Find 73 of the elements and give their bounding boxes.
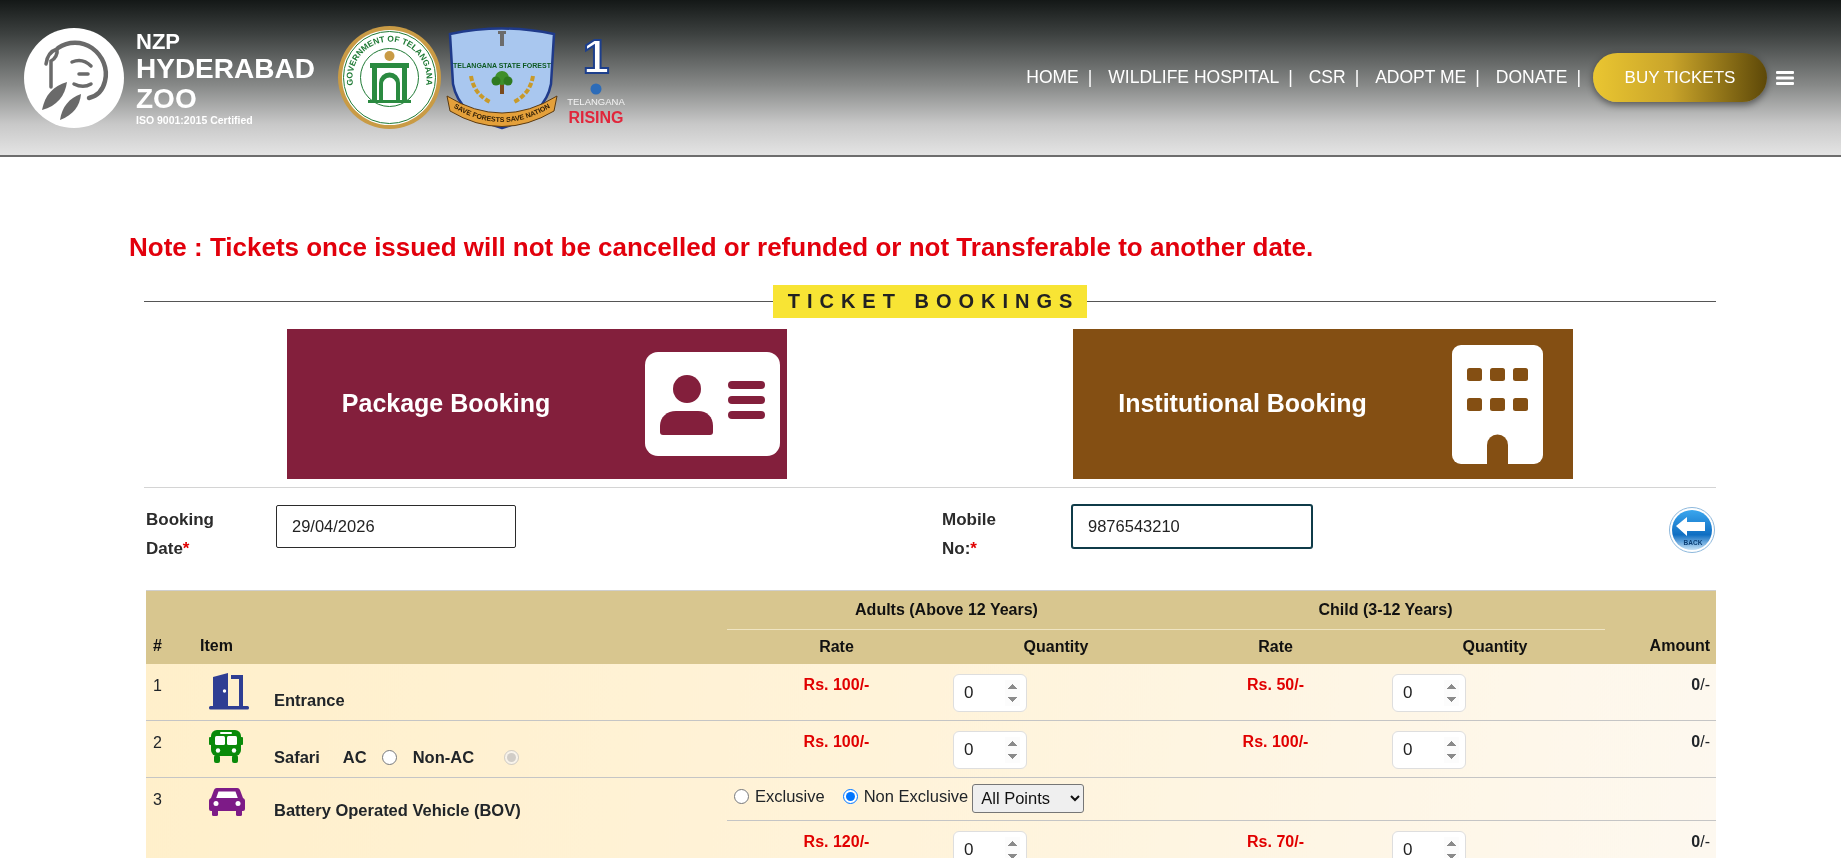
item-name: Entrance (274, 690, 345, 709)
radio-button[interactable] (734, 789, 749, 805)
bus-icon (209, 728, 243, 763)
column-group-header: Child (3-12 Years) (1166, 590, 1606, 630)
quantity-field[interactable]: 0 (953, 830, 1027, 858)
route-select[interactable]: All Points (972, 783, 1085, 813)
nav-separator: | (1288, 66, 1293, 90)
booking-option-label: Institutional Booking (1117, 388, 1368, 420)
menu-icon[interactable] (1776, 70, 1794, 85)
nav-separator: | (1087, 66, 1093, 90)
column-header: Quantity (946, 629, 1166, 664)
logo-numeral: 1 (582, 29, 610, 83)
column-group-header: Adults (Above 12 Years) (727, 590, 1166, 630)
option-label: AC (342, 747, 367, 766)
booking-option-label: Package Booking (340, 388, 552, 420)
logo-motto: RISING (568, 108, 624, 126)
rate-text: Rs. 100/- (1242, 732, 1309, 750)
notice-text: Note : Tickets once issued will not be cancelled or refunded or not Transferable to another date. (129, 232, 1315, 262)
rate-text: Rs. 100/- (803, 732, 870, 750)
item-name: Safari (274, 747, 320, 766)
radio-button[interactable] (381, 749, 397, 765)
booking-option-card[interactable]: Institutional Booking (1073, 329, 1573, 479)
field-label: Booking Date* (146, 509, 215, 560)
text-field[interactable]: 9876543210 (1072, 505, 1312, 548)
rate-text: Rs. 70/- (1247, 832, 1304, 850)
car-icon (209, 785, 245, 816)
column-header: Item (193, 590, 727, 664)
amount-text: 0/- (1691, 732, 1711, 750)
text-field[interactable]: 29/04/2026 (276, 505, 516, 548)
row-number: 2 (153, 733, 162, 751)
amount-text: 0/- (1691, 675, 1711, 693)
logo-caption: TELANGANA (567, 95, 625, 107)
disc-icon (590, 83, 602, 94)
rate-text: Rs. 120/- (803, 832, 870, 850)
quantity-field[interactable]: 0 (1392, 673, 1466, 712)
nav-separator: | (1354, 66, 1360, 90)
nav-link[interactable]: WILDLIFE HOSPITAL (1108, 64, 1280, 91)
column-header: Quantity (1385, 629, 1606, 664)
quantity-field[interactable]: 0 (953, 673, 1027, 712)
zoo-logo-icon (24, 27, 124, 128)
option-label: Non-AC (412, 747, 475, 766)
nav-separator: | (1576, 66, 1581, 90)
building-icon (1452, 344, 1543, 464)
rate-text: Rs. 100/- (803, 675, 870, 693)
nav-link[interactable]: DONATE (1495, 64, 1568, 91)
nav-link[interactable]: ADOPT ME (1375, 64, 1467, 91)
row-number: 3 (153, 790, 162, 808)
nav-link[interactable]: CSR (1308, 64, 1346, 91)
row-number: 1 (153, 676, 162, 694)
logo-acronym: NZP (136, 29, 180, 54)
quantity-field[interactable]: 0 (1392, 730, 1466, 769)
logo-wordmark: HYDERABAD (136, 53, 315, 84)
nav-link[interactable]: HOME (1026, 64, 1079, 91)
amount-text: 0/- (1691, 832, 1711, 850)
id-card-icon (645, 352, 780, 456)
column-header: Rate (1166, 629, 1385, 664)
option-label: Non Exclusive (863, 787, 969, 806)
rate-text: Rs. 50/- (1247, 675, 1304, 693)
quantity-field[interactable]: 0 (1392, 830, 1466, 858)
column-header: # (146, 590, 193, 664)
radio-button[interactable] (842, 789, 858, 805)
column-header: Amount (1605, 590, 1717, 664)
logo-wordmark: ZOO (136, 83, 197, 114)
nav-separator: | (1475, 66, 1480, 90)
door-icon (209, 671, 249, 710)
column-header: Rate (727, 629, 946, 664)
booking-option-card[interactable]: Package Booking (287, 329, 787, 479)
option-label: Exclusive (755, 787, 825, 806)
quantity-field[interactable]: 0 (953, 730, 1027, 769)
certification-text: ISO 9001:2015 Certified (136, 113, 253, 126)
field-label: Mobile No:* (942, 509, 997, 560)
item-name: Battery Operated Vehicle (BOV) (274, 800, 521, 819)
section-title: TICKET BOOKINGS (772, 285, 1088, 318)
